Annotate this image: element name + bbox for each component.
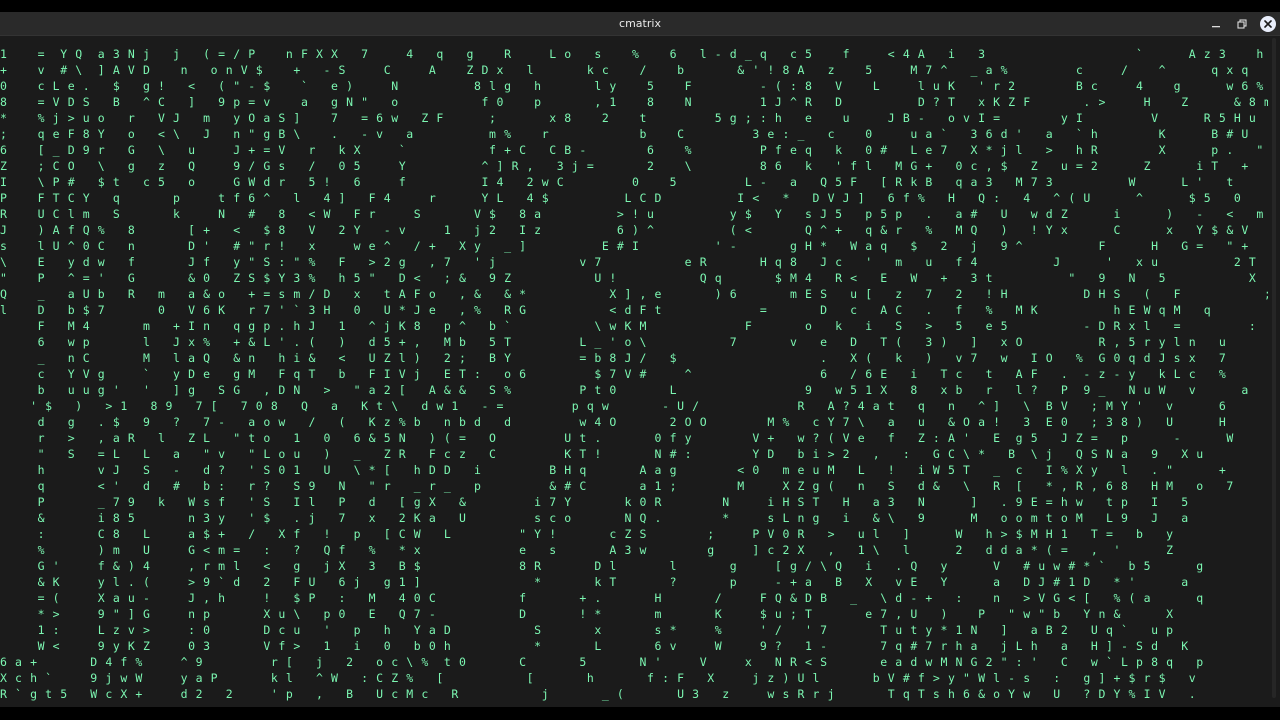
matrix-row: J ) A f Q % 8 [ + < $ 8 V 2 Y - v 1 j 2 … (0, 223, 1249, 237)
matrix-row: G ' f & ) 4 , r m l < g j X 3 B $ 8 R D … (0, 559, 1204, 573)
matrix-row: * > 9 " ] G n p X u \ p 0 E Q 7 - D ! * … (0, 607, 1174, 621)
maximize-icon (1237, 19, 1247, 29)
minimize-icon (1212, 26, 1220, 28)
matrix-row: 1 : L z v > : 0 D c u ' p h Y a D S x s … (0, 623, 1174, 637)
matrix-row: 6 [ _ D 9 r G \ u J + = V r k X ` f + C … (0, 143, 1264, 157)
matrix-row: I \ P # $ t c 5 o G W d r 5 ! 6 f I 4 2 … (0, 175, 1234, 189)
matrix-row: " P ^ = ' G & 0 Z S $ Y 3 % h 5 " D < ; … (0, 271, 1268, 285)
terminal-window: cmatrix 1 = Y Q a 3 N j j ( = / P n F X … (0, 13, 1280, 707)
scrollbar-thumb[interactable] (1272, 38, 1276, 698)
matrix-row: P _ 7 9 k W s f ' S I l P d [ g X & i 7 … (0, 495, 1189, 509)
window-controls (1208, 15, 1276, 33)
matrix-row: W < 9 y K Z 0 3 V f > 1 i 0 b 0 h * L 6 … (0, 639, 1189, 653)
maximize-button[interactable] (1234, 16, 1250, 32)
matrix-row: Z ; C O \ g z Q 9 / G s / 0 5 Y ^ ] R , … (0, 159, 1249, 173)
matrix-row: Q _ a U b R m a & o + = s m / D x t A F … (0, 287, 1268, 301)
close-button[interactable] (1260, 16, 1276, 32)
matrix-row: * % j > u o r V J m y O a S ] 7 = 6 w Z … (0, 111, 1257, 125)
matrix-row: r > , a R l Z L " t o 1 0 6 & 5 N ) ( = … (0, 431, 1234, 445)
matrix-row: s l U ^ 0 C n D ' # " r ! x w e ^ / + X … (0, 239, 1249, 253)
matrix-row: % ) m U G < m = : ? Q f % * x e s A 3 w … (0, 543, 1174, 557)
window-title: cmatrix (619, 17, 661, 30)
matrix-row: 0 c L e . $ g ! < ( " - $ ` e ) N 8 l g … (0, 79, 1264, 93)
matrix-row: R ` g t 5 W c X + d 2 2 ' p , B U c M c … (0, 687, 1197, 701)
matrix-row: = ( X a u - J , h ! $ P : M 4 0 C f + . … (0, 591, 1204, 605)
matrix-row: \ E y d w f J f y " S : " % F > 2 g , 7 … (0, 255, 1268, 269)
minimize-button[interactable] (1208, 16, 1224, 32)
matrix-row: _ n C M l a Q & n h i & < U Z l ) 2 ; B … (0, 351, 1268, 365)
matrix-row: 8 = V D S B ^ C ] 9 p = v a g N " o f 0 … (0, 95, 1268, 109)
matrix-row: : C 8 L a $ + / X f ! p [ C W L " Y ! c … (0, 527, 1174, 541)
matrix-row: & K y l . ( > 9 ` d 2 F U 6 j g 1 ] * k … (0, 575, 1189, 589)
matrix-row: P F T C Y q p t f 6 ^ l 4 ] F 4 r Y L 4 … (0, 191, 1242, 205)
matrix-row: h v J S - d ? ' S 0 1 U \ * [ h D D i B … (0, 463, 1227, 477)
matrix-row: R U C l m S k N # 8 < W F r S V $ 8 a > … (0, 207, 1264, 221)
matrix-row: b u u g ' ' ] g S G , D N > " a 2 [ A & … (0, 383, 1268, 397)
matrix-row: X c h ` 9 j w W y a P k l ^ W : C Z % [ … (0, 671, 1197, 685)
matrix-row: " S = L L a " v " L o u ) _ Z R F c z C … (0, 447, 1204, 461)
terminal-area[interactable]: 1 = Y Q a 3 N j j ( = / P n F X X 7 4 q … (0, 36, 1268, 707)
scrollbar[interactable] (1268, 36, 1280, 707)
matrix-row: ; q e F 8 Y o < \ J n " g B \ . - v a m … (0, 127, 1249, 141)
matrix-row: & i 8 5 n 3 y ' $ . j 7 x 2 K a U s c o … (0, 511, 1189, 525)
matrix-row: c Y V g ` y D e g M F q T b F I V j E T … (0, 367, 1268, 381)
matrix-row: F M 4 m + I n q g p . h J 1 ^ j K 8 p ^ … (0, 319, 1268, 333)
desktop-edge (0, 707, 1280, 720)
matrix-row: 6 a + D 4 f % ^ 9 r [ j 2 o c \ % t 0 C … (0, 655, 1204, 669)
matrix-row: l D b $ 7 0 V 6 K r 7 ' ` 3 H 0 U * J e … (0, 303, 1268, 317)
matrix-row: q < ' d # b : r ? S 9 N " r _ r _ p & # … (0, 479, 1234, 493)
title-bar[interactable]: cmatrix (0, 13, 1280, 36)
matrix-row: d g . $ 9 ? 7 - a o w / ( K z % b n b d … (0, 415, 1227, 429)
matrix-row: 6 w p l J x % + & L ' . ( ) d 5 + , M b … (0, 335, 1268, 349)
matrix-row: ' $ ) > 1 8 9 7 [ 7 0 8 Q a K t \ d w 1 … (0, 399, 1227, 413)
close-icon (1264, 20, 1272, 28)
matrix-row: + v # \ ] A V D n o n V $ + - S C A Z D … (0, 63, 1249, 77)
matrix-row: 1 = Y Q a 3 N j j ( = / P n F X X 7 4 q … (0, 47, 1268, 61)
